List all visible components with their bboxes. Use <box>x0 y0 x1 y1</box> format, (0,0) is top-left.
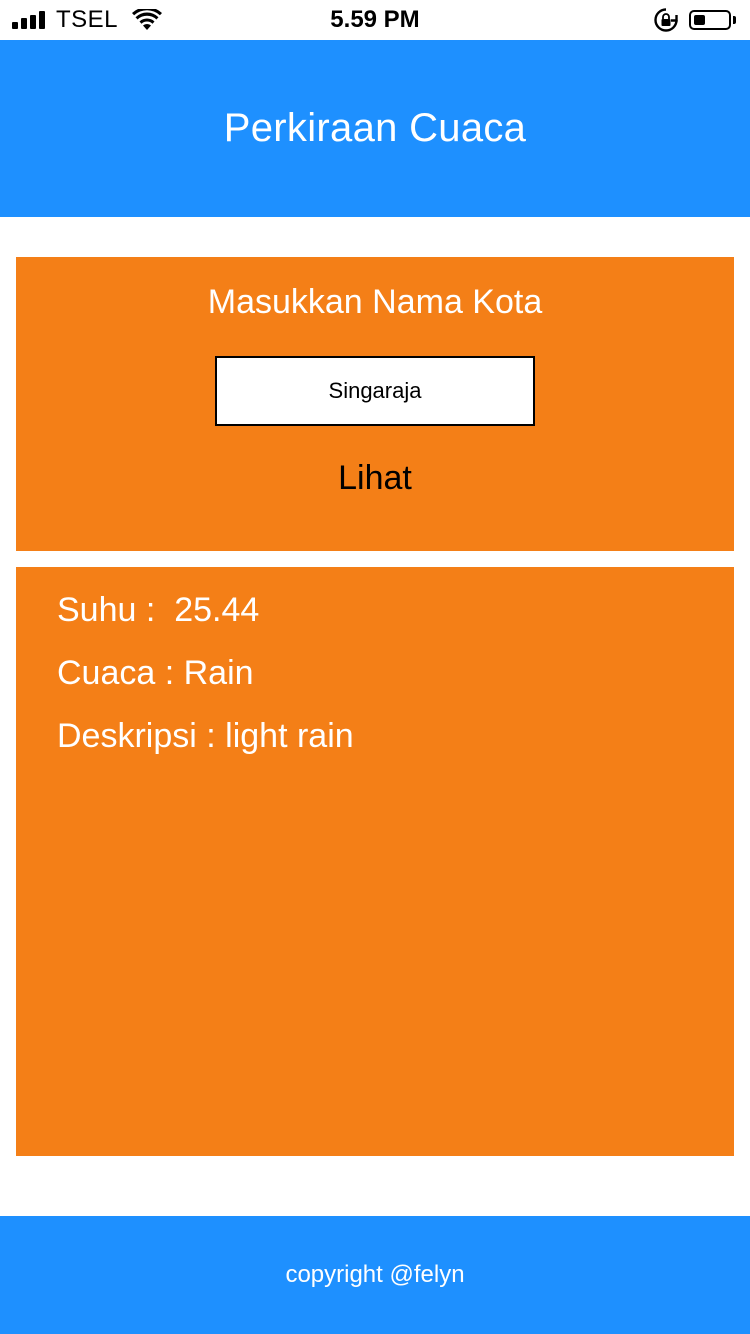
city-input[interactable] <box>215 356 535 426</box>
app-screen: TSEL 5.59 PM Perkiraan Cuaca Masukkan Na… <box>0 0 750 1334</box>
battery-fill <box>694 15 705 25</box>
weather-result-card: Suhu : 25.44 Cuaca : Rain Deskripsi : li… <box>16 567 734 1156</box>
status-bar: TSEL 5.59 PM <box>0 0 750 40</box>
rotation-lock-icon <box>654 8 678 32</box>
app-header: Perkiraan Cuaca <box>0 40 750 217</box>
description-row: Deskripsi : light rain <box>57 717 354 756</box>
status-time: 5.59 PM <box>330 6 420 33</box>
page-title: Perkiraan Cuaca <box>223 106 527 150</box>
temperature-row: Suhu : 25.44 <box>57 591 259 630</box>
weather-row: Cuaca : Rain <box>57 654 254 693</box>
battery-icon <box>689 10 731 30</box>
app-footer: copyright @felyn <box>0 1216 750 1334</box>
weather-label: Cuaca : <box>57 654 184 692</box>
lihat-button[interactable]: Lihat <box>275 453 475 503</box>
city-search-card: Masukkan Nama Kota Lihat <box>16 257 734 551</box>
status-right <box>653 6 736 34</box>
description-value: light rain <box>225 717 354 755</box>
description-label: Deskripsi : <box>57 717 226 755</box>
copyright-text: copyright @felyn <box>285 1261 465 1288</box>
city-input-label: Masukkan Nama Kota <box>207 283 543 321</box>
weather-value: Rain <box>183 654 254 692</box>
temperature-value: 25.44 <box>174 591 260 629</box>
temperature-label: Suhu : <box>57 591 165 629</box>
battery-cap <box>733 16 736 24</box>
